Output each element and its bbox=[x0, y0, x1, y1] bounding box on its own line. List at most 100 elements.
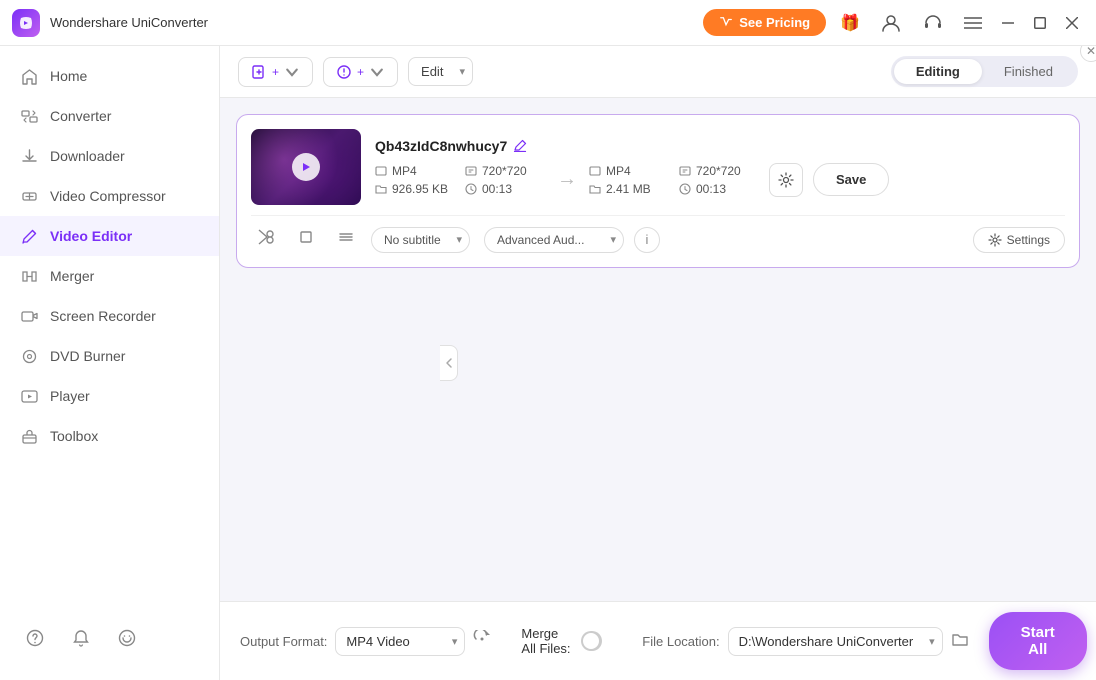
format-icon-out bbox=[589, 165, 601, 177]
bottom-bar: Output Format: MP4 Video Merge All Files… bbox=[220, 601, 1096, 680]
more-tools-button[interactable] bbox=[331, 226, 361, 253]
merge-all-files-field: Merge All Files: bbox=[521, 626, 602, 656]
play-icon bbox=[300, 161, 312, 173]
minimize-icon bbox=[1002, 22, 1014, 24]
crop-tool-button[interactable] bbox=[291, 226, 321, 253]
tab-toggle: Editing Finished bbox=[891, 56, 1078, 87]
tab-editing[interactable]: Editing bbox=[894, 59, 982, 84]
close-icon bbox=[1066, 17, 1078, 29]
account-button[interactable] bbox=[874, 8, 908, 38]
output-size: 2.41 MB bbox=[589, 182, 679, 196]
sidebar-item-converter[interactable]: Converter bbox=[0, 96, 219, 136]
sidebar-item-screen-recorder[interactable]: Screen Recorder bbox=[0, 296, 219, 336]
settings-text-button[interactable]: Settings bbox=[973, 227, 1065, 253]
output-format-select[interactable]: MP4 Video bbox=[335, 627, 465, 656]
folder-icon-out bbox=[589, 183, 601, 195]
edit-filename-icon[interactable] bbox=[513, 138, 527, 155]
output-format-label: Output Format: bbox=[240, 634, 327, 649]
add-file-label: + bbox=[272, 65, 279, 79]
merge-toggle-switch[interactable] bbox=[581, 631, 602, 651]
file-location-select-wrap: D:\Wondershare UniConverter bbox=[728, 627, 943, 656]
file-location-select[interactable]: D:\Wondershare UniConverter bbox=[728, 627, 943, 656]
add-media-plus: + bbox=[357, 65, 364, 79]
sidebar-item-home[interactable]: Home bbox=[0, 56, 219, 96]
format-icon bbox=[375, 165, 387, 177]
toolbar: + + Edit Editing Finishe bbox=[220, 46, 1096, 98]
gear-icon bbox=[778, 172, 794, 188]
sidebar-item-video-compressor[interactable]: Video Compressor bbox=[0, 176, 219, 216]
output-format-field: Output Format: MP4 Video bbox=[240, 627, 491, 656]
sidebar-item-toolbox[interactable]: Toolbox bbox=[0, 416, 219, 456]
titlebar-actions: See Pricing 🎁 bbox=[703, 8, 1084, 38]
player-icon bbox=[20, 387, 38, 405]
add-media-icon bbox=[336, 64, 352, 80]
see-pricing-button[interactable]: See Pricing bbox=[703, 9, 826, 36]
folder-open-icon bbox=[951, 630, 969, 648]
resolution-icon-out bbox=[679, 165, 691, 177]
app-title: Wondershare UniConverter bbox=[50, 15, 703, 30]
content-area: + + Edit Editing Finishe bbox=[220, 46, 1096, 680]
add-file-button[interactable]: + bbox=[238, 57, 313, 87]
video-info-main: Qb43zIdC8nwhucy7 bbox=[375, 138, 1065, 197]
input-specs-2: 720*720 00:13 bbox=[465, 164, 545, 196]
gift-button[interactable]: 🎁 bbox=[834, 9, 866, 37]
subtitle-dropdown[interactable]: No subtitle bbox=[371, 227, 470, 253]
titlebar: Wondershare UniConverter See Pricing 🎁 bbox=[0, 0, 1096, 46]
sidebar: Home Converter Downloader bbox=[0, 46, 220, 680]
save-button[interactable]: Save bbox=[813, 163, 889, 196]
crop-icon bbox=[297, 228, 315, 246]
menu-button[interactable] bbox=[958, 12, 988, 34]
converter-icon bbox=[20, 107, 38, 125]
folder-icon bbox=[375, 183, 387, 195]
headset-button[interactable] bbox=[916, 8, 950, 38]
clock-icon-out bbox=[679, 183, 691, 195]
feedback-button[interactable] bbox=[112, 625, 142, 656]
add-file-dropdown-icon bbox=[284, 64, 300, 80]
help-icon bbox=[26, 629, 44, 652]
video-specs-row: MP4 926.95 KB 720*720 bbox=[375, 163, 1065, 197]
output-settings-button[interactable] bbox=[769, 163, 803, 197]
audio-dropdown-wrap: Advanced Aud... bbox=[484, 227, 624, 253]
output-format-select-wrap: MP4 Video bbox=[335, 627, 465, 656]
sidebar-item-downloader[interactable]: Downloader bbox=[0, 136, 219, 176]
output-specs-2: 720*720 00:13 bbox=[679, 164, 759, 196]
cut-tool-button[interactable] bbox=[251, 226, 281, 253]
collapse-sidebar-button[interactable] bbox=[440, 345, 458, 381]
settings-icon bbox=[988, 233, 1002, 247]
help-button[interactable] bbox=[20, 625, 50, 656]
file-location-label: File Location: bbox=[642, 634, 719, 649]
close-button[interactable] bbox=[1060, 13, 1084, 33]
add-media-dropdown-icon bbox=[369, 64, 385, 80]
merge-label: Merge All Files: bbox=[521, 626, 573, 656]
notification-button[interactable] bbox=[66, 625, 96, 656]
home-icon bbox=[20, 67, 38, 85]
video-list-area: ✕ Qb43zIdC8nwhucy7 bbox=[220, 98, 1096, 601]
video-card-top: Qb43zIdC8nwhucy7 bbox=[251, 129, 1065, 205]
maximize-button[interactable] bbox=[1028, 13, 1052, 33]
compress-icon bbox=[20, 187, 38, 205]
browse-folder-button[interactable] bbox=[951, 630, 969, 653]
app-logo bbox=[12, 9, 40, 37]
sidebar-item-dvd-burner[interactable]: DVD Burner bbox=[0, 336, 219, 376]
add-media-button[interactable]: + bbox=[323, 57, 398, 87]
output-format-refresh-button[interactable] bbox=[473, 630, 491, 653]
edit-dropdown-wrap: Edit bbox=[408, 57, 473, 86]
audio-dropdown[interactable]: Advanced Aud... bbox=[484, 227, 624, 253]
edit-dropdown[interactable]: Edit bbox=[408, 57, 473, 86]
sidebar-item-player[interactable]: Player bbox=[0, 376, 219, 416]
output-resolution: 720*720 bbox=[679, 164, 759, 178]
minimize-button[interactable] bbox=[996, 18, 1020, 28]
input-format: MP4 bbox=[375, 164, 465, 178]
input-size: 926.95 KB bbox=[375, 182, 465, 196]
output-duration: 00:13 bbox=[679, 182, 759, 196]
tab-finished[interactable]: Finished bbox=[982, 59, 1075, 84]
clock-icon bbox=[465, 183, 477, 195]
sidebar-item-merger[interactable]: Merger bbox=[0, 256, 219, 296]
feedback-icon bbox=[118, 629, 136, 652]
info-button[interactable]: i bbox=[634, 227, 660, 253]
start-all-button[interactable]: Start All bbox=[989, 612, 1087, 670]
video-filename: Qb43zIdC8nwhucy7 bbox=[375, 138, 1065, 155]
sidebar-item-video-editor[interactable]: Video Editor bbox=[0, 216, 219, 256]
downloader-icon bbox=[20, 147, 38, 165]
account-icon bbox=[880, 12, 902, 34]
